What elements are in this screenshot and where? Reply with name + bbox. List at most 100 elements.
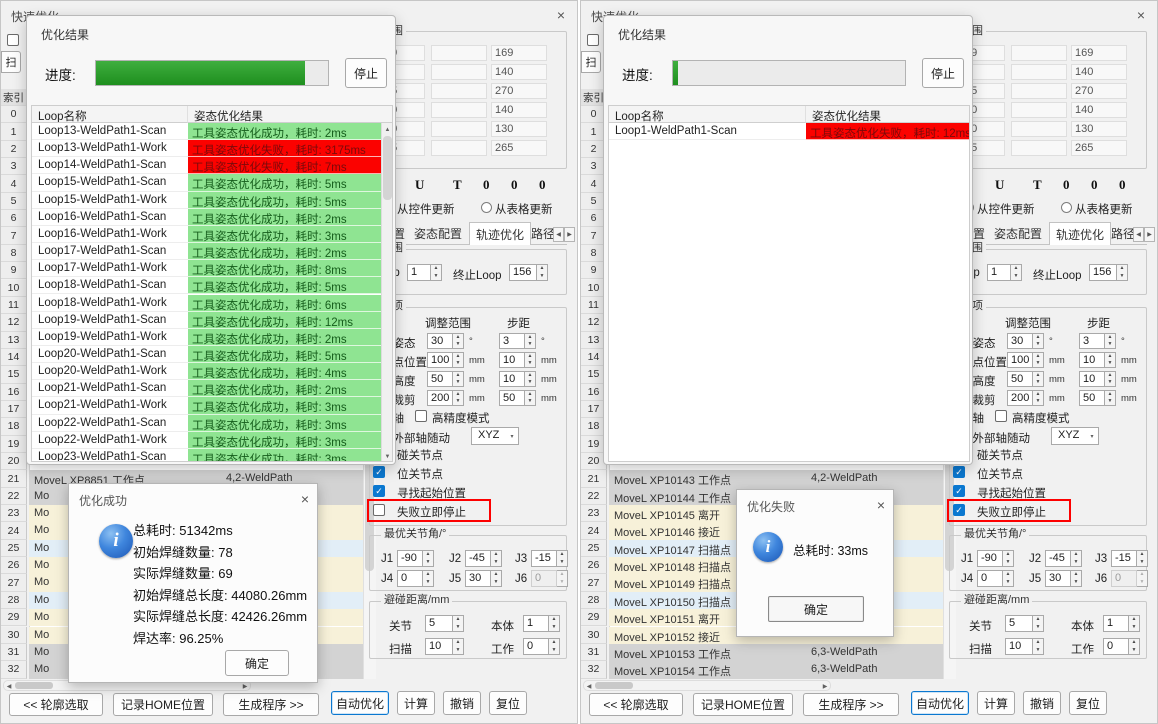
- spin-up-icon[interactable]: ▲: [1137, 571, 1147, 579]
- result-row-status[interactable]: 工具姿态优化失败，耗时: 3175ms: [188, 140, 381, 157]
- spin-down-icon[interactable]: ▼: [1105, 398, 1115, 405]
- spin-up-icon[interactable]: ▲: [525, 353, 535, 360]
- auto-optimize-button[interactable]: 自动优化: [911, 691, 969, 715]
- axis-field-col2[interactable]: [1011, 121, 1067, 137]
- ok-button[interactable]: 确定: [768, 596, 864, 622]
- distance-field[interactable]: 0: [523, 638, 549, 655]
- result-row-name[interactable]: Loop20-WeldPath1-Work: [32, 363, 188, 380]
- high-precision-checkbox[interactable]: [995, 410, 1007, 422]
- result-row-status[interactable]: 工具姿态优化失败，耗时: 7ms: [188, 157, 381, 174]
- axis-field-col3[interactable]: 265: [1071, 140, 1127, 156]
- step-field[interactable]: 10: [1079, 352, 1105, 368]
- step-field[interactable]: 10: [499, 371, 525, 387]
- result-row-status[interactable]: 工具姿态优化失败，耗时: 12ms: [806, 123, 970, 140]
- axis-field-col2[interactable]: [1011, 83, 1067, 99]
- joint-field-j1[interactable]: -90: [977, 550, 1003, 567]
- distance-spinner[interactable]: ▲▼: [549, 615, 560, 632]
- adjust-range-spinner[interactable]: ▲▼: [1033, 352, 1044, 368]
- spin-down-icon[interactable]: ▼: [491, 559, 501, 567]
- result-row-name[interactable]: Loop21-WeldPath1-Work: [32, 397, 188, 414]
- adjust-range-field[interactable]: 200: [1007, 390, 1033, 406]
- distance-field[interactable]: 5: [1005, 615, 1033, 632]
- high-precision-checkbox[interactable]: [415, 410, 427, 422]
- result-row-status[interactable]: 工具姿态优化成功，耗时: 3ms: [188, 226, 381, 243]
- spin-down-icon[interactable]: ▼: [1033, 624, 1043, 632]
- distance-field[interactable]: 10: [425, 638, 453, 655]
- spin-up-icon[interactable]: ▲: [557, 551, 567, 559]
- spin-up-icon[interactable]: ▲: [453, 639, 463, 647]
- step-field[interactable]: 3: [499, 333, 525, 349]
- step-spinner[interactable]: ▲▼: [525, 390, 536, 406]
- spin-up-icon[interactable]: ▲: [1033, 391, 1043, 398]
- list-item[interactable]: MoveL XP10154 工作点6,3-WeldPath: [609, 661, 943, 678]
- spin-up-icon[interactable]: ▲: [491, 571, 501, 579]
- spin-up-icon[interactable]: ▲: [491, 551, 501, 559]
- start-loop-spinner[interactable]: ▲▼: [1011, 264, 1022, 281]
- joint-field-j3[interactable]: -15: [531, 550, 557, 567]
- find-start-position-checkbox[interactable]: ✓: [373, 485, 385, 497]
- spin-up-icon[interactable]: ▲: [557, 571, 567, 579]
- adjust-range-spinner[interactable]: ▲▼: [453, 390, 464, 406]
- distance-spinner[interactable]: ▲▼: [453, 615, 464, 632]
- spin-up-icon[interactable]: ▲: [549, 639, 559, 647]
- spin-up-icon[interactable]: ▲: [1003, 551, 1013, 559]
- spin-up-icon[interactable]: ▲: [1033, 639, 1043, 647]
- result-row-status[interactable]: 工具姿态优化成功，耗时: 5ms: [188, 174, 381, 191]
- result-row-name[interactable]: Loop16-WeldPath1-Work: [32, 226, 188, 243]
- reset-button[interactable]: 复位: [1069, 691, 1107, 715]
- limit-joint-checkbox[interactable]: ✓: [953, 466, 965, 478]
- tab-path[interactable]: 路径: [531, 223, 555, 244]
- generate-program-button[interactable]: 生成程序 >>: [803, 693, 899, 716]
- spin-up-icon[interactable]: ▲: [453, 334, 463, 341]
- select-all-checkbox[interactable]: [587, 34, 599, 46]
- result-row-name[interactable]: Loop18-WeldPath1-Scan: [32, 277, 188, 294]
- step-spinner[interactable]: ▲▼: [1105, 390, 1116, 406]
- joint-spinner-j2[interactable]: ▲▼: [491, 550, 502, 567]
- scroll-right-icon[interactable]: ▶: [241, 682, 249, 690]
- close-icon[interactable]: ×: [873, 497, 889, 513]
- result-row-name[interactable]: Loop22-WeldPath1-Scan: [32, 415, 188, 432]
- axis-field-col3[interactable]: 140: [1071, 102, 1127, 118]
- spin-down-icon[interactable]: ▼: [1003, 559, 1013, 567]
- spin-down-icon[interactable]: ▼: [1033, 341, 1043, 348]
- axis-field-col2[interactable]: [431, 45, 487, 61]
- joint-spinner-j4[interactable]: ▲▼: [1003, 570, 1014, 587]
- step-spinner[interactable]: ▲▼: [525, 352, 536, 368]
- spin-up-icon[interactable]: ▲: [1105, 353, 1115, 360]
- axis-field-col3[interactable]: 140: [491, 64, 547, 80]
- result-row-status[interactable]: 工具姿态优化成功，耗时: 12ms: [188, 312, 381, 329]
- spin-down-icon[interactable]: ▼: [1033, 647, 1043, 655]
- joint-spinner-j1[interactable]: ▲▼: [423, 550, 434, 567]
- step-spinner[interactable]: ▲▼: [1105, 371, 1116, 387]
- spin-down-icon[interactable]: ▼: [453, 360, 463, 367]
- compute-button[interactable]: 计算: [977, 691, 1015, 715]
- axis-field-col3[interactable]: 130: [1071, 121, 1127, 137]
- adjust-range-field[interactable]: 50: [1007, 371, 1033, 387]
- tab-trajectory-optimize[interactable]: 轨迹优化: [469, 222, 531, 245]
- spin-up-icon[interactable]: ▲: [537, 265, 547, 273]
- radio-update-from-table[interactable]: [1061, 202, 1072, 213]
- result-row-name[interactable]: Loop15-WeldPath1-Work: [32, 192, 188, 209]
- limit-joint-checkbox[interactable]: ✓: [373, 466, 385, 478]
- axis-field-col2[interactable]: [1011, 64, 1067, 80]
- follow-axis-dropdown[interactable]: XYZ▾: [1051, 427, 1099, 445]
- axis-field-col3[interactable]: 140: [1071, 64, 1127, 80]
- joint-field-j3[interactable]: -15: [1111, 550, 1137, 567]
- step-field[interactable]: 50: [1079, 390, 1105, 406]
- scroll-down-icon[interactable]: ▼: [383, 452, 392, 461]
- spin-down-icon[interactable]: ▼: [557, 559, 567, 567]
- result-row-name[interactable]: Loop13-WeldPath1-Scan: [32, 123, 188, 140]
- spin-down-icon[interactable]: ▼: [1033, 379, 1043, 386]
- result-row-name[interactable]: Loop22-WeldPath1-Work: [32, 432, 188, 449]
- result-row-status[interactable]: 工具姿态优化成功，耗时: 2ms: [188, 329, 381, 346]
- joint-field-j5[interactable]: 30: [1045, 570, 1071, 587]
- compute-button[interactable]: 计算: [397, 691, 435, 715]
- spin-up-icon[interactable]: ▲: [1105, 391, 1115, 398]
- distance-spinner[interactable]: ▲▼: [1033, 638, 1044, 655]
- joint-field-j2[interactable]: -45: [1045, 550, 1071, 567]
- result-row-status[interactable]: 工具姿态优化成功，耗时: 8ms: [188, 260, 381, 277]
- auto-optimize-button[interactable]: 自动优化: [331, 691, 389, 715]
- spin-up-icon[interactable]: ▲: [1011, 265, 1021, 273]
- contour-select-button[interactable]: << 轮廓选取: [589, 693, 683, 716]
- joint-spinner-j3[interactable]: ▲▼: [1137, 550, 1148, 567]
